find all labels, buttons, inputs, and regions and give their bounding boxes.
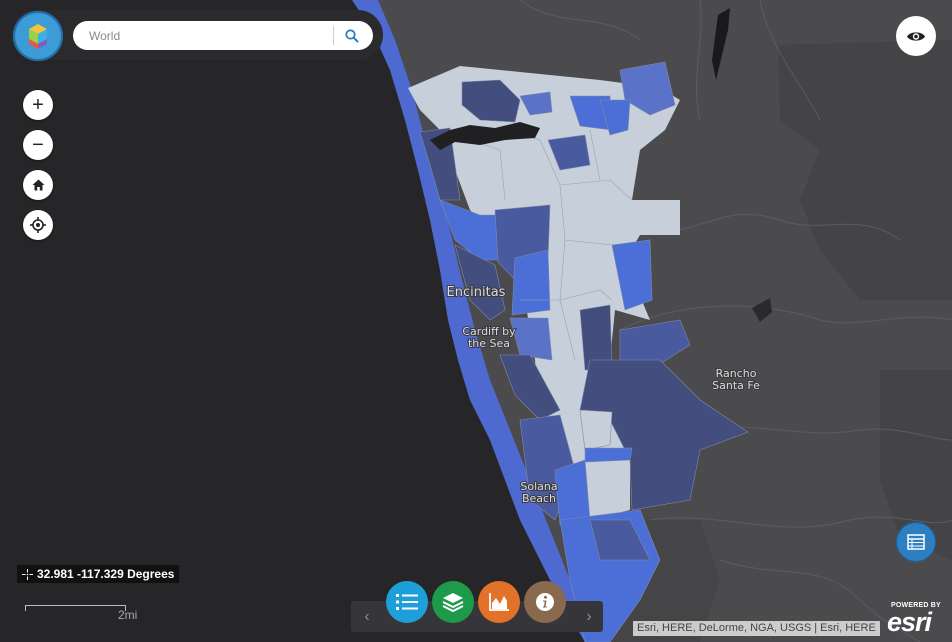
search-button[interactable] (341, 25, 363, 47)
chart-button[interactable] (478, 581, 520, 623)
layers-button[interactable] (432, 581, 474, 623)
label-rancho-2: Santa Fe (712, 379, 760, 392)
home-icon (32, 179, 44, 191)
map-attribution: Esri, HERE, DeLorme, NGA, USGS | Esri, H… (633, 621, 880, 636)
basemap[interactable]: Encinitas Cardiff by the Sea Rancho Sant… (0, 0, 952, 642)
label-encinitas: Encinitas (447, 285, 506, 300)
esri-logo[interactable]: POWERED BY esri (887, 602, 949, 638)
locate-button[interactable] (23, 210, 53, 240)
layers-icon (442, 593, 464, 612)
list-icon (396, 594, 418, 610)
legend-button[interactable] (386, 581, 428, 623)
info-button[interactable] (524, 581, 566, 623)
label-cardiff-2: the Sea (468, 337, 510, 350)
attribute-table-button[interactable] (896, 522, 936, 562)
chart-icon (489, 593, 509, 611)
zoom-in-button[interactable]: + (23, 90, 53, 120)
minus-icon: − (32, 134, 44, 156)
toolbar-prev-button[interactable]: ‹ (353, 601, 381, 632)
coordinate-text: 32.981 -117.329 Degrees (37, 567, 175, 581)
coordinate-display: 32.981 -117.329 Degrees (17, 565, 180, 583)
visibility-button[interactable] (896, 16, 936, 56)
scale-bar (25, 605, 126, 611)
chevron-right-icon: › (586, 607, 592, 625)
search-icon (345, 29, 359, 43)
zoom-out-button[interactable]: − (23, 130, 53, 160)
search-input[interactable] (87, 26, 321, 46)
search-box (73, 21, 373, 50)
table-icon (907, 534, 925, 550)
info-icon (536, 593, 554, 611)
eye-icon (907, 31, 925, 41)
plus-icon: + (32, 94, 44, 116)
toolbar-next-button[interactable]: › (575, 601, 603, 632)
chevron-left-icon: ‹ (364, 607, 370, 625)
home-button[interactable] (23, 170, 53, 200)
locate-icon (30, 217, 46, 233)
search-divider (333, 26, 334, 45)
esri-brand-text: esri (887, 607, 932, 637)
crosshair-icon[interactable] (17, 565, 37, 583)
label-solana-2: Beach (522, 492, 556, 505)
scale-label: 2mi (118, 608, 138, 622)
app-logo-icon[interactable] (13, 11, 63, 61)
